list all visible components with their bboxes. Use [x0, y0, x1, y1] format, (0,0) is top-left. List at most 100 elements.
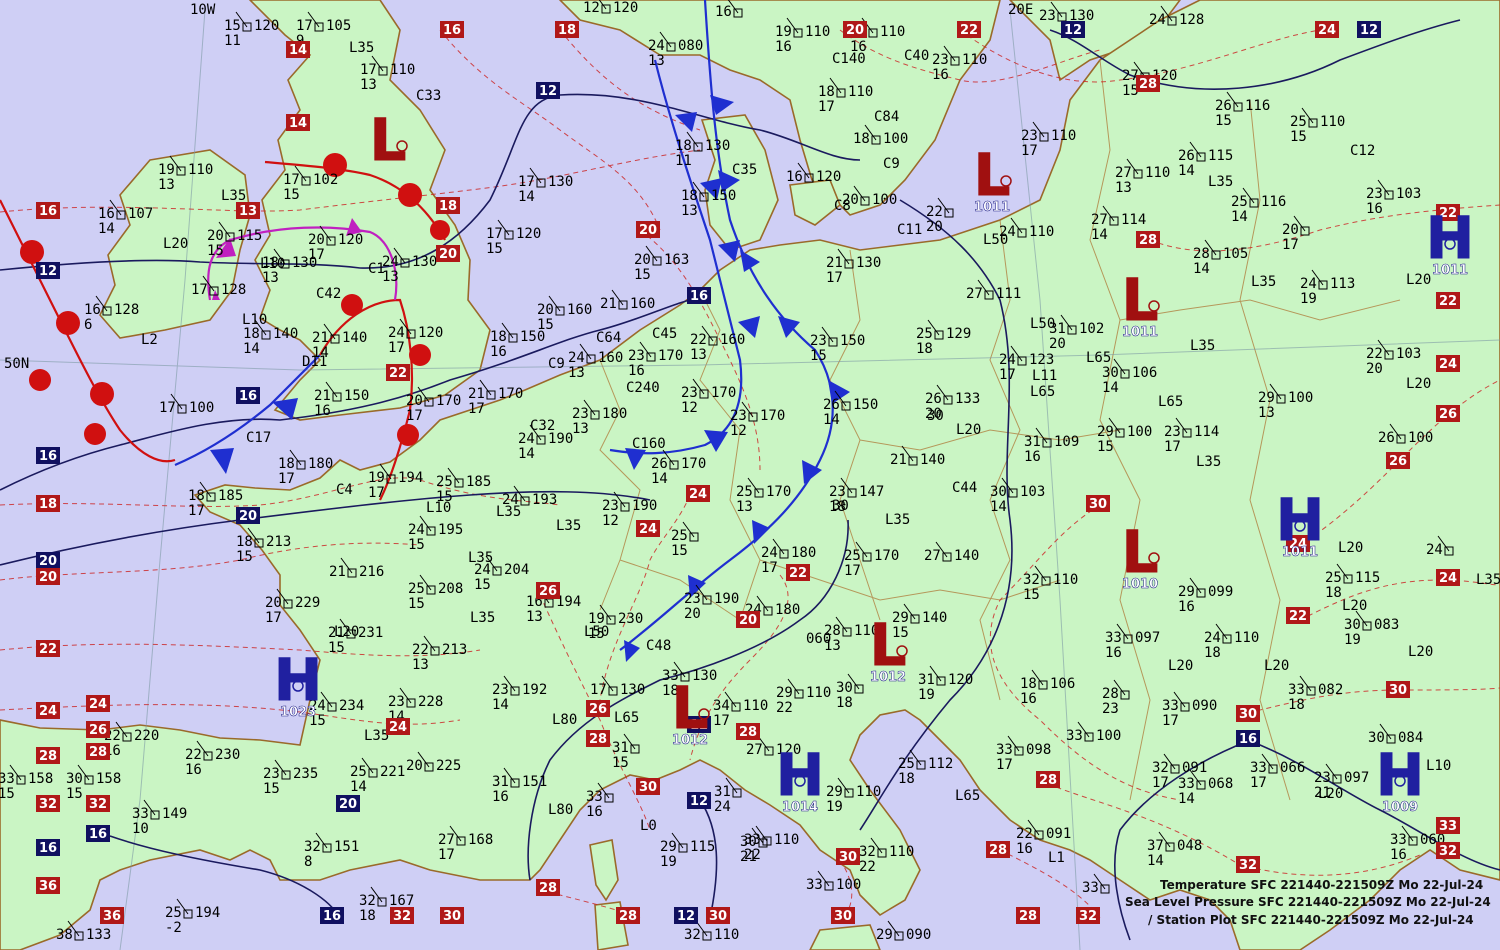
station-temperature: 20 — [406, 758, 423, 774]
station-pressure: 110 — [856, 784, 881, 800]
isotherm-label: 14 — [286, 41, 310, 58]
isotherm-label: 22 — [957, 21, 981, 38]
pressure-system-letter: L — [1122, 518, 1159, 586]
cloud-code: C12 — [1350, 143, 1375, 159]
station-pressure: 097 — [1344, 770, 1369, 786]
cloud-code: C8 — [834, 198, 851, 214]
station-dewpoint: 15 — [671, 543, 688, 559]
cloud-code: 30 — [927, 408, 944, 424]
isotherm-label-value: 16 — [39, 204, 57, 219]
station-temperature: 27 — [1091, 212, 1108, 228]
isotherm-label: 30 — [836, 848, 860, 865]
isotherm-label-value: 13 — [239, 204, 257, 219]
isotherm-label: 28 — [36, 747, 60, 764]
isotherm-label-value: 18 — [558, 23, 576, 38]
station-dewpoint: 16 — [1105, 645, 1122, 661]
grid-label: 10W — [190, 2, 216, 18]
station-temperature: 21 — [826, 255, 843, 271]
isotherm-label: 20 — [36, 568, 60, 585]
station-temperature: 25 — [898, 756, 915, 772]
isobar-label: 16 — [86, 825, 110, 842]
station-pressure: 140 — [922, 610, 947, 626]
low-pressure-center: L — [369, 106, 408, 175]
station-dewpoint: 13 — [568, 365, 585, 381]
station-pressure: 103 — [1020, 484, 1045, 500]
station-temperature: 17 — [518, 174, 535, 190]
station-dewpoint: 17 — [1164, 439, 1181, 455]
station-temperature: 17 — [360, 62, 377, 78]
pressure-system-letter: H — [1426, 204, 1475, 272]
station-dewpoint: 13 — [412, 657, 429, 673]
station-temperature: 29 — [660, 839, 677, 855]
station-dewpoint: 14 — [1193, 261, 1210, 277]
station-dewpoint: 14 — [492, 697, 509, 713]
station-temperature: 23 — [263, 766, 280, 782]
station-dewpoint: 18 — [1204, 645, 1221, 661]
station-temperature: 26 — [651, 456, 668, 472]
station-temperature: 19 — [158, 162, 175, 178]
station-pressure: 110 — [188, 162, 213, 178]
grid-label: 20E — [1008, 2, 1033, 18]
isobar-label-value: 20 — [339, 797, 357, 812]
station-pressure: 102 — [313, 172, 338, 188]
isobar-label-value: 20 — [239, 509, 257, 524]
station-temperature: 33 — [1162, 698, 1179, 714]
station-pressure: 158 — [28, 771, 53, 787]
station-pressure: 195 — [438, 522, 463, 538]
station-pressure: 115 — [237, 228, 262, 244]
station-temperature: 23 — [932, 52, 949, 68]
station-temperature: 32 — [859, 844, 876, 860]
station-pressure: 140 — [920, 452, 945, 468]
station-temperature: 32 — [304, 839, 321, 855]
station-pressure: 208 — [438, 581, 463, 597]
station-pressure: 170 — [498, 386, 523, 402]
station-pressure: 120 — [613, 0, 638, 16]
cloud-code: L80 — [548, 802, 573, 818]
pressure-system-letter: L — [1122, 266, 1159, 334]
station-dewpoint: 15 — [236, 549, 253, 565]
station-dewpoint: 19 — [660, 854, 677, 870]
isotherm-label: 28 — [86, 743, 110, 760]
station-temperature: 23 — [1164, 424, 1181, 440]
station-pressure: 103 — [1396, 346, 1421, 362]
station-temperature: 23 — [1366, 186, 1383, 202]
station-pressure: 109 — [1054, 434, 1079, 450]
station-dewpoint: 17 — [1162, 713, 1179, 729]
station-dewpoint: 15 — [810, 348, 827, 364]
station-dewpoint: 15 — [486, 241, 503, 257]
low-pressure-center: L1012 — [671, 674, 710, 748]
cloud-code: L0 — [640, 818, 657, 834]
station-pressure: 080 — [678, 38, 703, 54]
isobar-label-value: 12 — [539, 84, 557, 99]
station-dewpoint: 17 — [818, 99, 835, 115]
isobar-label-value: 16 — [239, 389, 257, 404]
cloud-code: C9 — [548, 356, 565, 372]
station-dewpoint: 18 — [1325, 585, 1342, 601]
isotherm-label-value: 24 — [1318, 23, 1336, 38]
isobar-label: 16 — [236, 387, 260, 404]
station-temperature: 24 — [568, 350, 585, 366]
isotherm-label-value: 22 — [960, 23, 978, 38]
station-dewpoint: 20 — [1366, 361, 1383, 377]
station-pressure: 163 — [664, 252, 689, 268]
isobar-label: 16 — [320, 907, 344, 924]
station-pressure: 204 — [504, 562, 529, 578]
station-pressure: 114 — [1121, 212, 1146, 228]
station-pressure: 151 — [522, 774, 547, 790]
isotherm-label: 13 — [236, 202, 260, 219]
isotherm-label-value: 22 — [789, 566, 807, 581]
station-dewpoint: 20 — [1049, 336, 1066, 352]
station-dewpoint: 17 — [388, 340, 405, 356]
station-pressure: 180 — [602, 406, 627, 422]
isotherm-label: 30 — [1086, 495, 1110, 512]
cloud-code: L35 — [1251, 274, 1276, 290]
high-pressure-center: H1011 — [1425, 204, 1475, 279]
station-dewpoint: 16 — [490, 344, 507, 360]
station-dewpoint: 17 — [278, 471, 295, 487]
station-pressure: 100 — [1408, 430, 1433, 446]
isotherm-label: 28 — [1016, 907, 1040, 924]
station-pressure: 110 — [1234, 630, 1259, 646]
station-temperature: 25 — [1231, 194, 1248, 210]
cloud-code: L35 — [349, 40, 374, 56]
station-pressure: 130 — [292, 255, 317, 271]
